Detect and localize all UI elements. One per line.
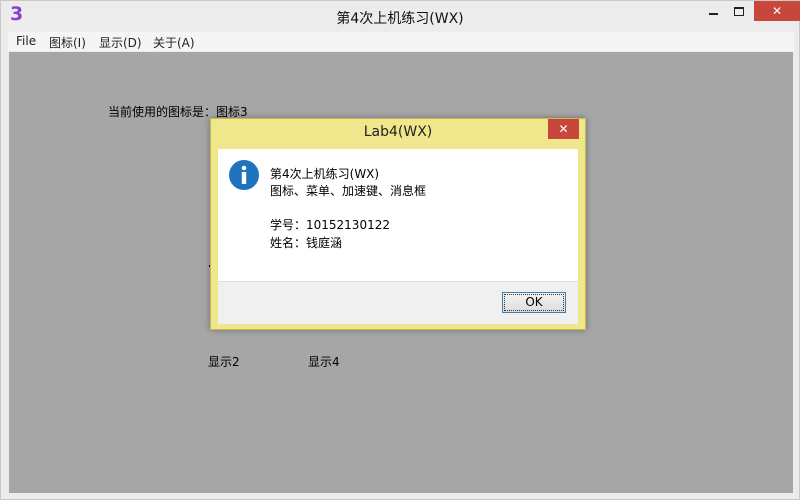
student-id: 学号：10152130122 bbox=[270, 218, 390, 232]
minimize-button[interactable] bbox=[700, 1, 726, 21]
show4-label: 显示4 bbox=[308, 355, 340, 369]
menu-icon[interactable]: 图标(I) bbox=[49, 34, 86, 51]
close-button[interactable]: ✕ bbox=[754, 1, 800, 21]
dialog-close-button[interactable]: ✕ bbox=[548, 119, 579, 139]
dialog-body: 第4次上机练习(WX) 图标、菜单、加速键、消息框 学号：10152130122… bbox=[218, 149, 578, 281]
show2-label: 显示2 bbox=[208, 355, 240, 369]
menu-about[interactable]: 关于(A) bbox=[153, 34, 195, 51]
maximize-button[interactable] bbox=[726, 1, 752, 21]
close-icon: ✕ bbox=[771, 4, 783, 18]
menu-file[interactable]: File bbox=[16, 34, 36, 48]
message-box: Lab4(WX) ✕ 第4次上机练习(WX) 图标、菜单、加速键、消息框 学号：… bbox=[210, 118, 586, 330]
info-icon bbox=[229, 160, 259, 190]
minimize-icon bbox=[708, 12, 718, 15]
student-name: 姓名：钱庭涵 bbox=[270, 236, 343, 250]
dialog-title: Lab4(WX) bbox=[363, 124, 433, 140]
message-line: 图标、菜单、加速键、消息框 bbox=[270, 184, 427, 198]
ok-button[interactable]: OK bbox=[502, 292, 566, 313]
title-bar[interactable]: 3 第4次上机练习(WX) ✕ bbox=[1, 1, 800, 31]
menu-bar: File 图标(I) 显示(D) 关于(A) bbox=[8, 32, 794, 51]
message-line: 第4次上机练习(WX) bbox=[270, 167, 380, 181]
menu-display[interactable]: 显示(D) bbox=[99, 34, 142, 51]
window-title: 第4次上机练习(WX) bbox=[336, 11, 464, 27]
main-window: 3 第4次上机练习(WX) ✕ File 图标(I) 显示(D) 关于(A) 当… bbox=[0, 0, 800, 500]
close-icon: ✕ bbox=[558, 122, 569, 136]
dialog-footer: OK bbox=[218, 281, 578, 324]
maximize-icon bbox=[734, 7, 744, 16]
